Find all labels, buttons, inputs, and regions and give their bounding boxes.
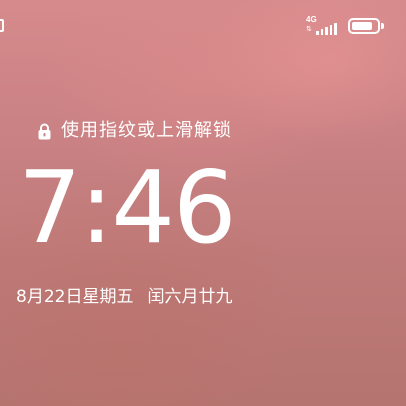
battery-cap — [381, 23, 384, 29]
unlock-hint-text: 使用指纹或上滑解锁 — [61, 120, 232, 141]
battery-icon — [348, 18, 384, 34]
unlock-hint[interactable]: 使用指纹或上滑解锁 — [38, 120, 232, 142]
lock-screen: 4G ⇅ 使用指纹或上滑解锁 7:46 8月22日星期五 闰六月廿九 — [0, 0, 406, 406]
signal-bar — [316, 31, 319, 35]
lock-icon — [38, 123, 51, 139]
signal-bar — [334, 23, 337, 35]
cellular-signal-icon — [316, 23, 337, 35]
gregorian-date: 8月22日星期五 — [16, 287, 134, 307]
signal-bar — [329, 25, 332, 35]
signal-bar — [320, 29, 323, 35]
date-row: 8月22日星期五 闰六月廿九 — [16, 286, 232, 308]
up-down-arrows-icon: ⇅ — [306, 25, 312, 33]
notification-icon — [0, 19, 4, 32]
clock-time: 7:46 — [18, 149, 237, 266]
status-bar-right: 4G ⇅ — [306, 16, 384, 36]
battery-level-fill — [352, 22, 372, 30]
lunar-date: 闰六月廿九 — [147, 287, 233, 307]
network-indicator: 4G ⇅ — [306, 16, 340, 36]
signal-bar — [325, 27, 328, 35]
